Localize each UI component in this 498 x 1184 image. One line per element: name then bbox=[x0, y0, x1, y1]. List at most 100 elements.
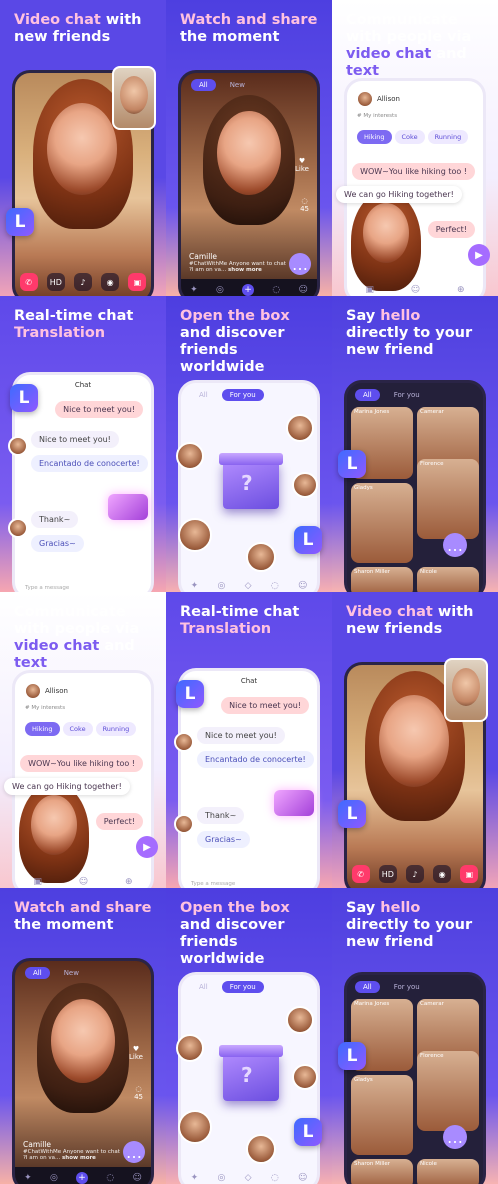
chip-coke[interactable]: Coke bbox=[394, 130, 425, 144]
app-logo-icon: L bbox=[294, 526, 322, 554]
message-bubble: Nice to meet you! bbox=[197, 727, 285, 744]
woman-face bbox=[31, 795, 77, 855]
chip-coke[interactable]: Coke bbox=[62, 722, 93, 736]
mute-button[interactable]: ♪ bbox=[73, 273, 92, 291]
add-icon[interactable]: ⊕ bbox=[457, 285, 465, 295]
hangup-button[interactable]: ✆ bbox=[351, 865, 370, 883]
hangup-button[interactable]: ✆ bbox=[19, 273, 38, 291]
profile-card[interactable]: Florence bbox=[417, 1051, 479, 1131]
self-preview[interactable] bbox=[112, 66, 156, 130]
chip-running[interactable]: Running bbox=[427, 130, 469, 144]
gift-button[interactable]: ▣ bbox=[460, 865, 479, 883]
profile-card[interactable]: Nicole bbox=[417, 567, 479, 592]
nav-explore-icon[interactable]: ◇ bbox=[245, 581, 252, 591]
gift-icon[interactable]: ▣ bbox=[365, 285, 374, 295]
add-icon[interactable]: ⊕ bbox=[125, 877, 133, 887]
app-logo-icon: L bbox=[176, 680, 204, 708]
chat-fab-icon[interactable]: … bbox=[123, 1141, 145, 1163]
nav-discover-icon[interactable]: ◎ bbox=[217, 1173, 225, 1183]
tile-communicate: Communicate with people via video chat a… bbox=[0, 592, 166, 888]
message-bubble: WOW~You like hiking too ! bbox=[352, 163, 475, 180]
tab-all[interactable]: All bbox=[355, 389, 380, 401]
nav-profile-icon[interactable]: ☺ bbox=[298, 581, 307, 591]
chat-fab-icon[interactable]: … bbox=[289, 253, 311, 275]
video-call-icon[interactable]: ▶ bbox=[468, 244, 490, 266]
hd-button[interactable]: HD bbox=[378, 865, 397, 883]
nav-profile-icon[interactable]: ☺ bbox=[132, 1173, 141, 1183]
message-input[interactable]: Type a message bbox=[25, 585, 69, 591]
gift-icon[interactable]: ▣ bbox=[33, 877, 42, 887]
camera-button[interactable]: ◉ bbox=[101, 273, 120, 291]
avatar bbox=[178, 1110, 212, 1144]
comment-icon[interactable]: ◌ 45 bbox=[300, 197, 309, 213]
tab-all[interactable]: All bbox=[355, 981, 380, 993]
nav-chat-icon[interactable]: ◌ bbox=[272, 285, 280, 295]
gift-button[interactable]: ▣ bbox=[128, 273, 147, 291]
chat-hello-icon[interactable]: … bbox=[443, 533, 467, 557]
nav-add-icon[interactable]: + bbox=[76, 1172, 89, 1184]
profile-card[interactable]: Gladys bbox=[351, 483, 413, 563]
nav-home-icon[interactable]: ✦ bbox=[24, 1173, 32, 1183]
avatar bbox=[8, 518, 28, 538]
tab-all[interactable]: All bbox=[191, 389, 216, 401]
translated-bubble: Gracias~ bbox=[31, 535, 84, 552]
show-more-link[interactable]: show more bbox=[228, 267, 262, 273]
feed-tabs: All New bbox=[25, 967, 87, 979]
avatar bbox=[246, 542, 276, 572]
like-icon[interactable]: ♥ Like bbox=[129, 1045, 143, 1061]
nav-home-icon[interactable]: ✦ bbox=[191, 1173, 199, 1183]
nav-discover-icon[interactable]: ◎ bbox=[216, 285, 224, 295]
tile-headline: Watch and share the moment bbox=[14, 900, 152, 933]
tile-communicate: Communicate with people via video chat a… bbox=[332, 0, 498, 296]
comment-icon[interactable]: ◌ 45 bbox=[134, 1085, 143, 1101]
hd-button[interactable]: HD bbox=[46, 273, 65, 291]
profile-card[interactable]: Florence bbox=[417, 459, 479, 539]
nav-home-icon[interactable]: ✦ bbox=[190, 285, 198, 295]
tile-headline: Open the box and discover friends worldw… bbox=[180, 308, 290, 375]
chip-hiking[interactable]: Hiking bbox=[357, 130, 392, 144]
mystery-box-icon[interactable]: ? bbox=[219, 1045, 283, 1101]
nav-chat-icon[interactable]: ◌ bbox=[106, 1173, 114, 1183]
nav-chat-icon[interactable]: ◌ bbox=[271, 1173, 279, 1183]
mute-button[interactable]: ♪ bbox=[405, 865, 424, 883]
chat-hello-icon[interactable]: … bbox=[443, 1125, 467, 1149]
profile-card[interactable]: Gladys bbox=[351, 1075, 413, 1155]
mystery-box-icon[interactable]: ? bbox=[219, 453, 283, 509]
message-bubble: Nice to meet you! bbox=[55, 401, 143, 418]
tab-all[interactable]: All bbox=[25, 967, 50, 979]
chip-running[interactable]: Running bbox=[95, 722, 137, 736]
tile-say-hello: Say hello directly to your new friend Al… bbox=[332, 888, 498, 1184]
tab-all[interactable]: All bbox=[191, 79, 216, 91]
tab-new[interactable]: New bbox=[222, 79, 253, 91]
nav-chat-icon[interactable]: ◌ bbox=[271, 581, 279, 591]
profile-card[interactable]: Sharon Miller bbox=[351, 1159, 413, 1184]
camera-button[interactable]: ◉ bbox=[433, 865, 452, 883]
discover-tabs: All For you bbox=[191, 389, 264, 401]
self-preview[interactable] bbox=[444, 658, 488, 722]
avatar bbox=[292, 1064, 318, 1090]
tab-new[interactable]: New bbox=[56, 967, 87, 979]
tab-for-you[interactable]: For you bbox=[221, 981, 264, 993]
nav-discover-icon[interactable]: ◎ bbox=[217, 581, 225, 591]
nav-home-icon[interactable]: ✦ bbox=[191, 581, 199, 591]
nav-profile-icon[interactable]: ☺ bbox=[298, 1173, 307, 1183]
nav-profile-icon[interactable]: ☺ bbox=[298, 285, 307, 295]
like-icon[interactable]: ♥ Like bbox=[295, 157, 309, 173]
tab-for-you[interactable]: For you bbox=[386, 981, 428, 993]
emoji-icon[interactable]: ☺ bbox=[79, 877, 88, 887]
tab-all[interactable]: All bbox=[191, 981, 216, 993]
tab-for-you[interactable]: For you bbox=[221, 389, 264, 401]
chip-hiking[interactable]: Hiking bbox=[25, 722, 60, 736]
video-call-icon[interactable]: ▶ bbox=[136, 836, 158, 858]
profile-card[interactable]: Nicole bbox=[417, 1159, 479, 1184]
nav-explore-icon[interactable]: ◇ bbox=[245, 1173, 252, 1183]
tab-for-you[interactable]: For you bbox=[386, 389, 428, 401]
profile-card[interactable]: Sharon Miller bbox=[351, 567, 413, 592]
tile-open-box: Open the box and discover friends worldw… bbox=[166, 888, 332, 1184]
nav-discover-icon[interactable]: ◎ bbox=[50, 1173, 58, 1183]
show-more-link[interactable]: show more bbox=[62, 1155, 96, 1161]
message-input[interactable]: Type a message bbox=[191, 881, 235, 887]
emoji-icon[interactable]: ☺ bbox=[411, 285, 420, 295]
nav-add-icon[interactable]: + bbox=[242, 284, 255, 296]
avatar bbox=[174, 732, 194, 752]
